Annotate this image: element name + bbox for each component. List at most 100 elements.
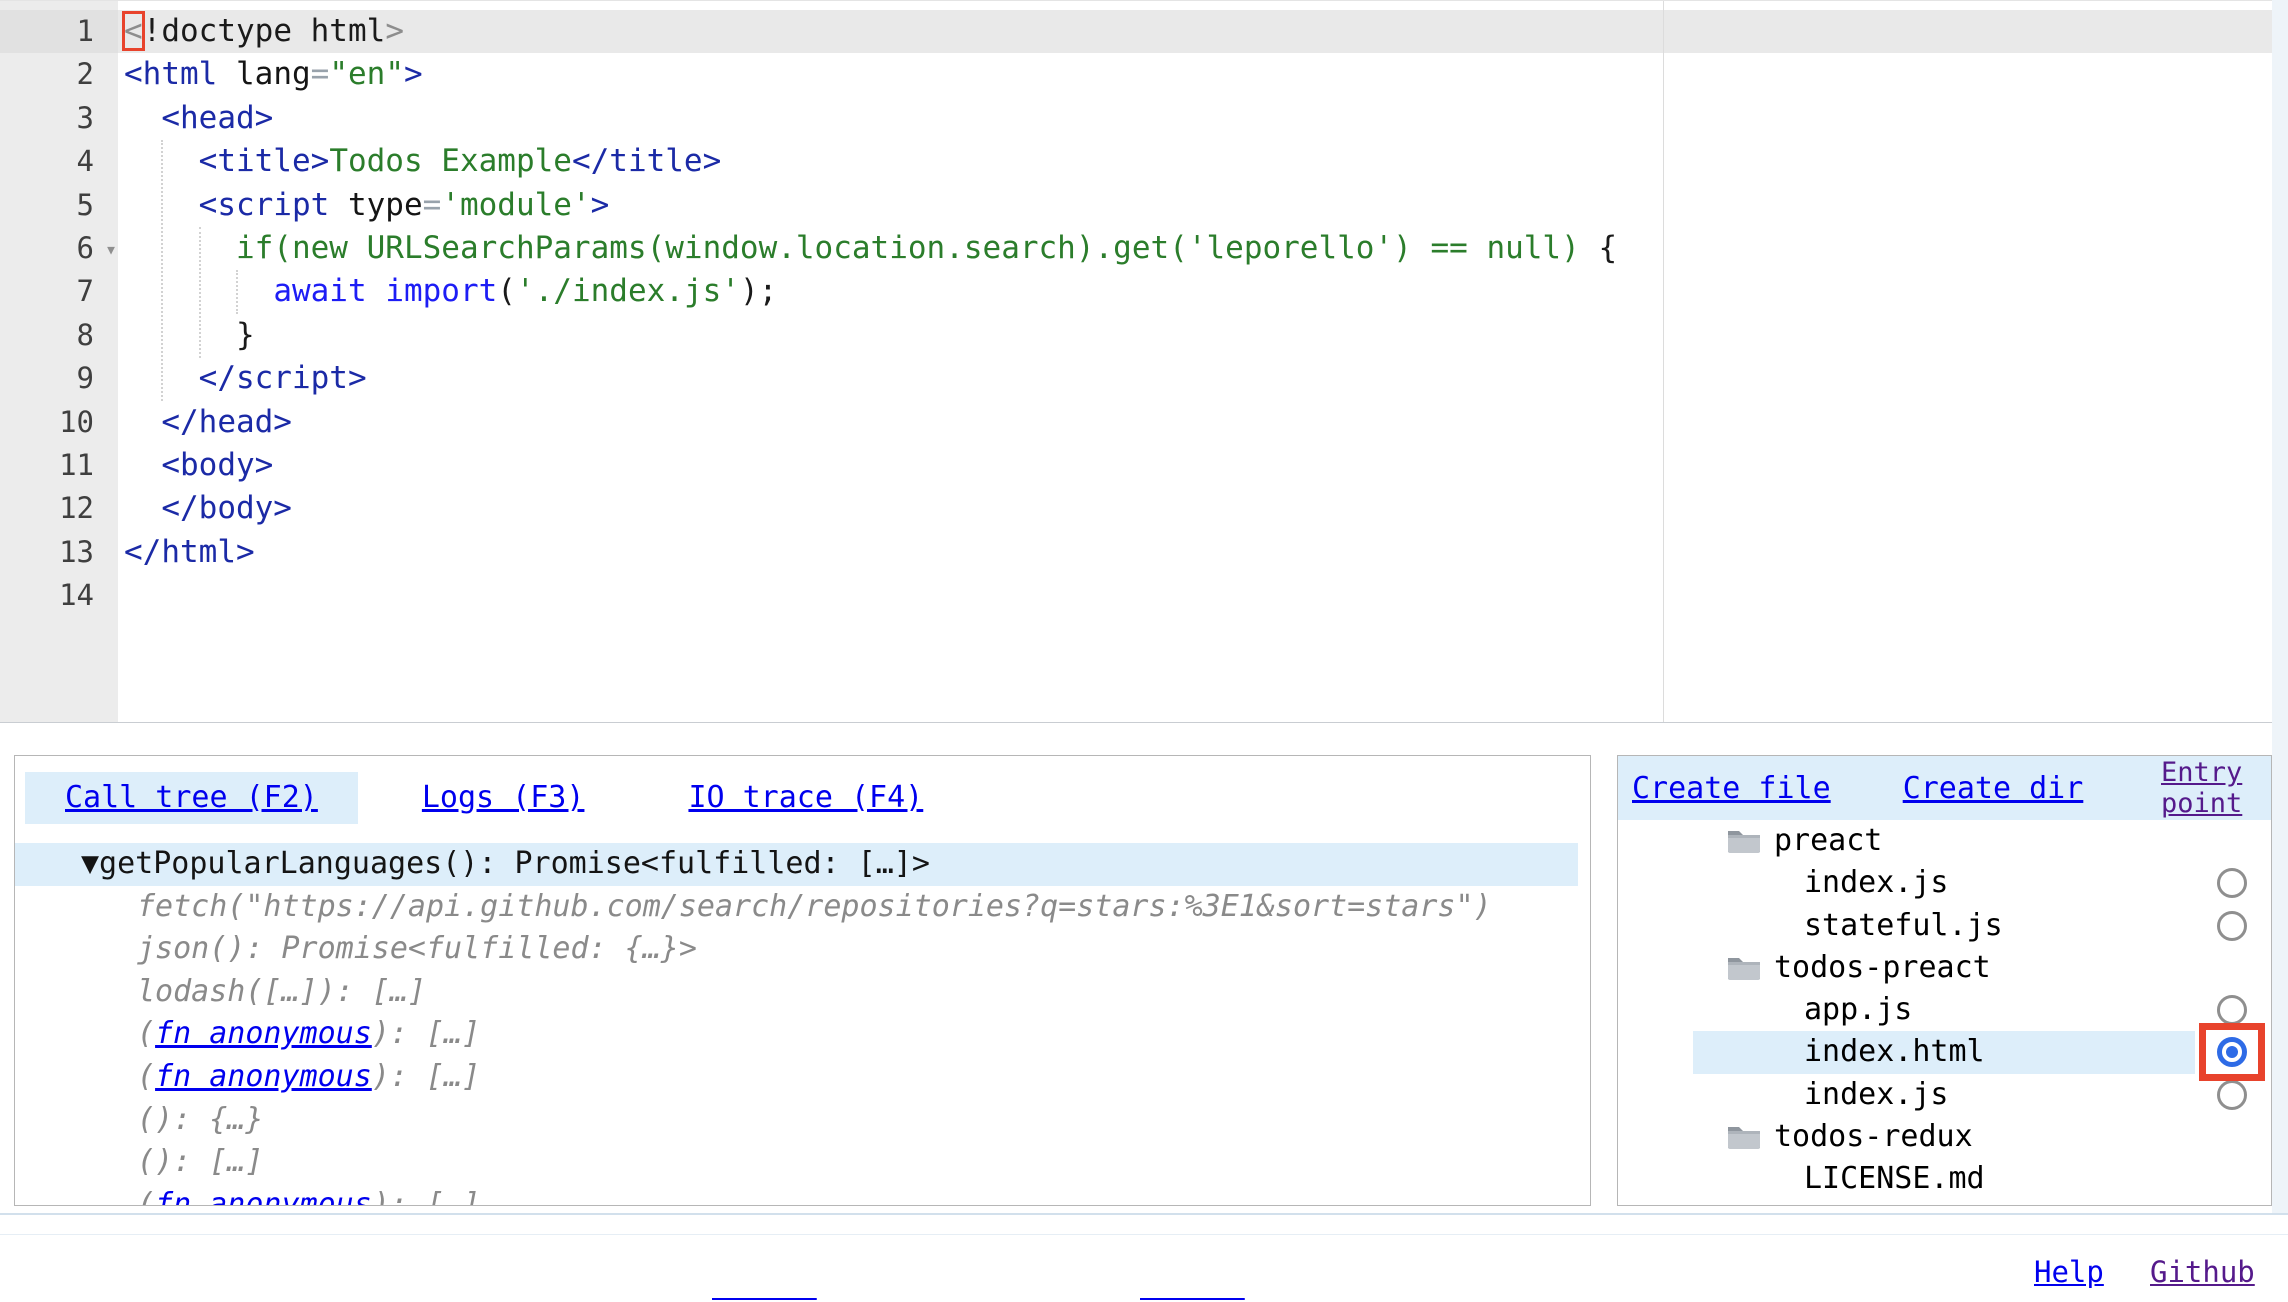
file-name: todos-redux — [1774, 1119, 1973, 1154]
line-number: 5 — [0, 184, 118, 227]
function-link[interactable]: fn anonymous — [155, 1016, 372, 1051]
file-name: preact — [1774, 823, 1882, 858]
entry-point-radio[interactable] — [2217, 868, 2247, 898]
call-tree-row[interactable]: (fn anonymous): […] — [15, 1184, 1590, 1206]
code-line[interactable]: 2<html lang="en"> — [0, 53, 2272, 96]
entry-point-radio[interactable] — [2217, 911, 2247, 941]
clear-io-trace-link[interactable]: Clear IO trace (F6) — [712, 1223, 956, 1302]
file-name: stateful.js — [1804, 908, 2003, 943]
current-file-path: docs/examples/todos- preact/index.html — [15, 1223, 364, 1302]
code-text: await import('./index.js'); — [118, 270, 2272, 313]
entry-point-link[interactable]: Entry point — [2161, 757, 2265, 819]
line-number: 4 — [0, 140, 118, 183]
code-line[interactable]: 11 <body> — [0, 444, 2272, 487]
fold-marker-icon[interactable]: ▾ — [105, 228, 117, 271]
scrollbar-gutter — [2272, 0, 2288, 1213]
folder-icon — [1726, 951, 1762, 979]
file-name: index.js — [1804, 1077, 1949, 1112]
line-number: 14 — [0, 574, 118, 617]
code-editor[interactable]: 1<!doctype html>2<html lang="en">3 <head… — [0, 0, 2273, 723]
code-line[interactable]: 3 <head> — [0, 97, 2272, 140]
folder-row[interactable]: todos-redux — [1618, 1116, 2271, 1158]
entry-point-radio[interactable] — [2217, 995, 2247, 1025]
code-line[interactable]: 5 <script type='module'> — [0, 184, 2272, 227]
code-line[interactable]: 7 await import('./index.js'); — [0, 270, 2272, 313]
line-number: 12 — [0, 487, 118, 530]
code-line[interactable]: 8 } — [0, 314, 2272, 357]
line-number: 7 — [0, 270, 118, 313]
indent-guide — [199, 227, 201, 358]
line-number: 9 — [0, 357, 118, 400]
file-row[interactable]: app.js — [1618, 989, 2271, 1031]
call-tree-row[interactable]: (fn anonymous): […] — [15, 1056, 1590, 1099]
entry-point-radio[interactable] — [2217, 1080, 2247, 1110]
code-line[interactable]: 12 </body> — [0, 487, 2272, 530]
file-name: index.js — [1804, 865, 1949, 900]
file-row[interactable]: LICENSE.md — [1618, 1158, 2271, 1200]
folder-row[interactable]: preact — [1618, 820, 2271, 862]
column-ruler — [1663, 1, 1664, 722]
call-tree-row[interactable]: ▼getPopularLanguages(): Promise<fulfille… — [15, 843, 1578, 886]
indent-guide — [161, 140, 163, 401]
code-lines: 1<!doctype html>2<html lang="en">3 <head… — [0, 1, 2272, 617]
panel-tabs: Call tree (F2) Logs (F3) IO trace (F4) — [25, 772, 1590, 824]
code-line[interactable]: 9 </script> — [0, 357, 2272, 400]
call-tree-row[interactable]: (): {…} — [15, 1099, 1590, 1142]
function-link[interactable]: fn anonymous — [155, 1187, 372, 1206]
create-dir-link[interactable]: Create dir — [1903, 771, 2084, 806]
folder-icon — [1726, 824, 1762, 852]
code-line[interactable]: 4 <title>Todos Example</title> — [0, 140, 2272, 183]
indent-guide — [236, 270, 238, 314]
line-number: 6▾ — [0, 227, 118, 270]
code-text: if(new URLSearchParams(window.location.s… — [118, 227, 2272, 270]
tab-logs-f3[interactable]: Logs (F3) — [382, 772, 625, 824]
call-tree-row[interactable]: lodash([…]): […] — [15, 971, 1590, 1014]
file-row[interactable]: index.js — [1618, 862, 2271, 904]
file-tree: preact index.js stateful.js todos-preact app… — [1618, 820, 2271, 1201]
file-row[interactable]: index.js — [1618, 1074, 2271, 1116]
status-bar: docs/examples/todos- preact/index.html C… — [0, 1213, 2288, 1302]
line-number: 1 — [0, 10, 118, 53]
call-tree-panel: Call tree (F2) Logs (F3) IO trace (F4) ▼ge… — [14, 755, 1591, 1206]
folder-row[interactable]: todos-preact — [1618, 947, 2271, 989]
call-tree-row[interactable]: (): […] — [15, 1141, 1590, 1184]
file-browser-panel: Create file Create dir Entry point preac… — [1617, 755, 2272, 1206]
call-tree: ▼getPopularLanguages(): Promise<fulfille… — [15, 843, 1590, 1206]
code-text: <body> — [118, 444, 2272, 487]
code-text — [118, 574, 2272, 617]
file-row[interactable]: stateful.js — [1618, 905, 2271, 947]
call-tree-row[interactable]: fetch("https://api.github.com/search/rep… — [15, 886, 1590, 929]
tab-call-tree-f2[interactable]: Call tree (F2) — [25, 772, 358, 824]
file-name: LICENSE.md — [1804, 1161, 1985, 1196]
reopen-run-window-link[interactable]: (Re)open run window (F7) — [1140, 1223, 1472, 1302]
file-name: todos-preact — [1774, 950, 1991, 985]
entry-point-radio[interactable] — [2217, 1037, 2247, 1067]
github-link[interactable]: Github — [2150, 1251, 2255, 1293]
line-number: 10 — [0, 401, 118, 444]
line-number: 8 — [0, 314, 118, 357]
call-tree-row[interactable]: json(): Promise<fulfilled: {…}> — [15, 928, 1590, 971]
code-text: <head> — [118, 97, 2272, 140]
code-line[interactable]: 1<!doctype html> — [0, 10, 2272, 53]
create-file-link[interactable]: Create file — [1632, 771, 1831, 806]
code-line[interactable]: 10 </head> — [0, 401, 2272, 444]
code-line[interactable]: 6▾ if(new URLSearchParams(window.locatio… — [0, 227, 2272, 270]
code-line[interactable]: 13</html> — [0, 531, 2272, 574]
tab-io-trace-f4[interactable]: IO trace (F4) — [648, 772, 963, 824]
leporello-app: 1<!doctype html>2<html lang="en">3 <head… — [0, 0, 2288, 1302]
code-text: </script> — [118, 357, 2272, 400]
code-text: <script type='module'> — [118, 184, 2272, 227]
code-text: </html> — [118, 531, 2272, 574]
file-row[interactable]: index.html — [1618, 1031, 2271, 1073]
code-text: <!doctype html> — [118, 10, 2272, 53]
line-number: 2 — [0, 53, 118, 96]
help-link[interactable]: Help — [2034, 1251, 2104, 1293]
keybindings-switch: Standard VIM — [1674, 1223, 1892, 1302]
function-link[interactable]: fn anonymous — [155, 1059, 372, 1094]
code-text: } — [118, 314, 2272, 357]
code-text: </head> — [118, 401, 2272, 444]
code-line[interactable]: 14 — [0, 574, 2272, 617]
code-text: </body> — [118, 487, 2272, 530]
call-tree-row[interactable]: (fn anonymous): […] — [15, 1013, 1590, 1056]
line-number: 11 — [0, 444, 118, 487]
